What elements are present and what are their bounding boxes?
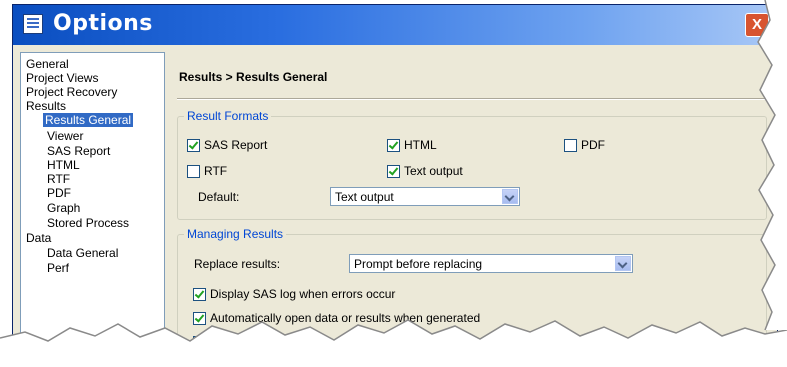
tree-item-general[interactable]: General: [24, 57, 71, 71]
auto-open-checkbox[interactable]: Automatically open data or results when …: [193, 311, 480, 325]
tree-item-results[interactable]: Results: [24, 99, 68, 113]
sas-report-check-icon: [187, 138, 200, 152]
tree-item-graph[interactable]: Graph: [45, 201, 82, 215]
tree-item-perf[interactable]: Perf: [45, 261, 71, 275]
sas-report-checkbox[interactable]: SAS Report: [187, 138, 267, 152]
pdf-label: PDF: [581, 138, 605, 152]
tree-item-stored-process[interactable]: Stored Process: [45, 216, 131, 230]
tree-item-project-views[interactable]: Project Views: [24, 71, 100, 85]
auto-add-checkbox[interactable]: Automatically add: [193, 335, 305, 349]
replace-results-select[interactable]: Prompt before replacing: [349, 254, 633, 273]
html-label: HTML: [404, 138, 437, 152]
display-log-checkbox[interactable]: Display SAS log when errors occur: [193, 287, 395, 301]
chevron-down-icon[interactable]: [615, 256, 631, 271]
auto-open-label: Automatically open data or results when …: [210, 311, 481, 325]
managing-results-group: Managing Results Replace results: Prompt…: [177, 227, 767, 357]
rtf-check-icon: [187, 164, 200, 178]
title-bar[interactable]: Options X: [13, 5, 777, 45]
settings-panel: Results > Results General Result Formats…: [169, 52, 769, 357]
pdf-checkbox[interactable]: PDF: [564, 138, 605, 152]
text-output-label: Text output: [404, 164, 463, 178]
options-tree: General Project Views Project Recovery R…: [20, 52, 165, 354]
tree-item-html[interactable]: HTML: [45, 158, 82, 172]
tree-item-sas-report[interactable]: SAS Report: [45, 144, 112, 158]
default-label: Default:: [198, 190, 240, 204]
options-icon: [23, 14, 43, 34]
text-output-checkbox[interactable]: Text output: [387, 164, 463, 178]
auto-add-check-icon: [193, 335, 206, 349]
window-title: Options: [53, 11, 153, 36]
close-button[interactable]: X: [745, 13, 769, 37]
result-formats-group: Result Formats SAS Report HTML PDF RTF T…: [177, 109, 767, 220]
tree-item-data-general[interactable]: Data General: [45, 246, 120, 260]
auto-add-label: Automatically add: [210, 335, 305, 349]
default-format-value: Text output: [335, 190, 394, 204]
tree-item-pdf[interactable]: PDF: [45, 186, 73, 200]
chevron-down-icon[interactable]: [502, 189, 518, 204]
pdf-check-icon: [564, 138, 577, 152]
tree-item-rtf[interactable]: RTF: [45, 172, 72, 186]
tree-item-project-recovery[interactable]: Project Recovery: [24, 85, 119, 99]
display-log-check-icon: [193, 287, 206, 301]
page-title: Results > Results General: [179, 70, 328, 84]
html-checkbox[interactable]: HTML: [387, 138, 437, 152]
result-formats-label: Result Formats: [184, 109, 272, 123]
display-log-label: Display SAS log when errors occur: [210, 287, 396, 301]
replace-results-value: Prompt before replacing: [354, 257, 483, 271]
default-format-select[interactable]: Text output: [330, 187, 520, 206]
replace-results-label: Replace results:: [194, 257, 281, 271]
tree-item-viewer[interactable]: Viewer: [45, 129, 85, 143]
tree-item-results-general[interactable]: Results General: [43, 113, 134, 127]
options-dialog: Options X General Project Views Project …: [12, 4, 778, 358]
html-check-icon: [387, 138, 400, 152]
rtf-checkbox[interactable]: RTF: [187, 164, 227, 178]
managing-results-label: Managing Results: [184, 227, 287, 241]
text-output-check-icon: [387, 164, 400, 178]
tree-item-data[interactable]: Data: [24, 231, 53, 245]
sas-report-label: SAS Report: [204, 138, 268, 152]
auto-open-check-icon: [193, 311, 206, 325]
rtf-label: RTF: [204, 164, 228, 178]
title-divider: [177, 98, 769, 100]
